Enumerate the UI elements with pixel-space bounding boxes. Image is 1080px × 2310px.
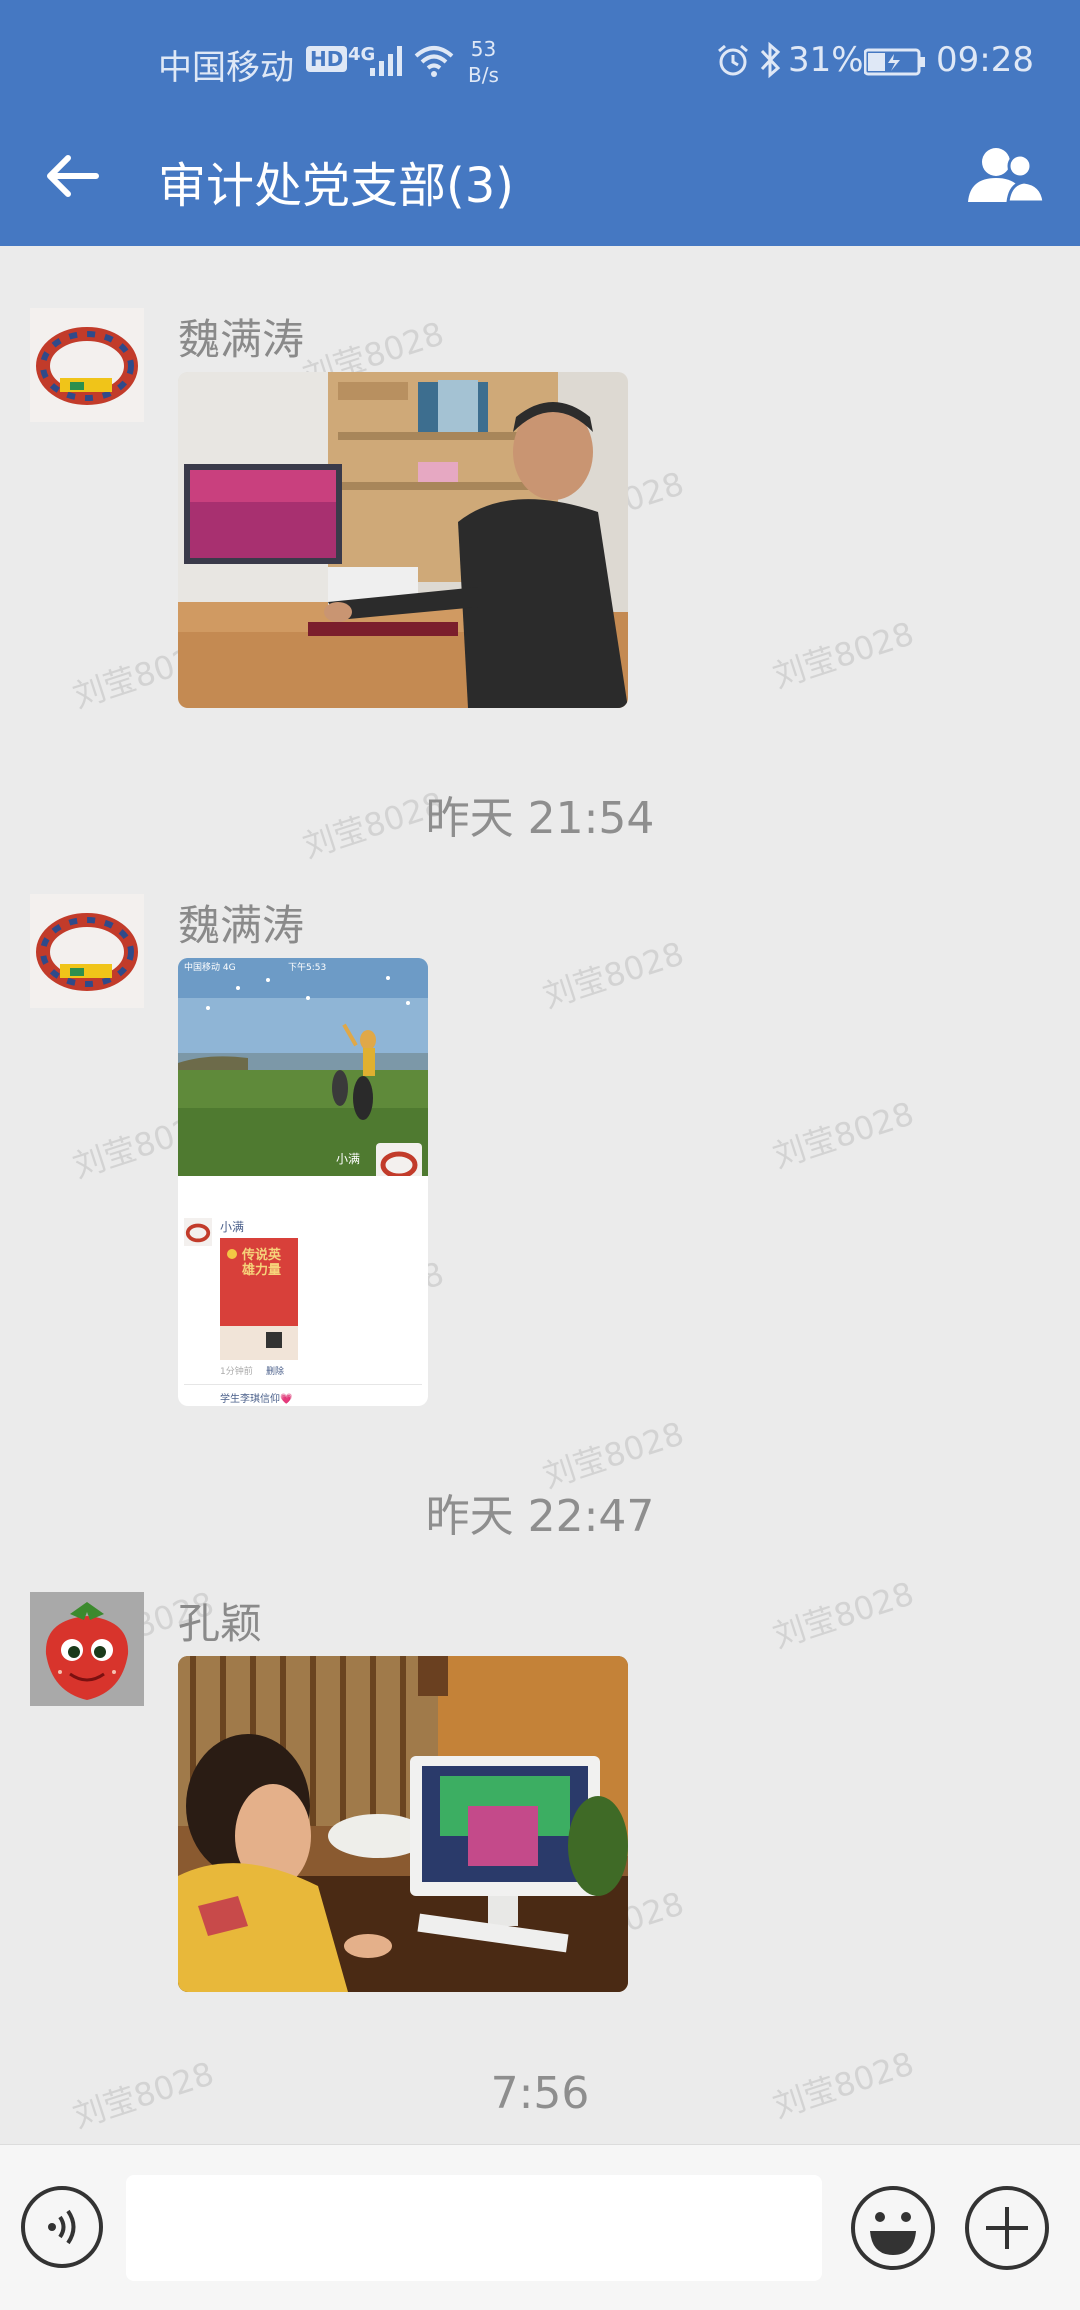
avatar-toy-train[interactable] bbox=[30, 894, 144, 1008]
back-arrow-icon[interactable] bbox=[36, 140, 108, 212]
bluetooth-icon bbox=[760, 41, 781, 79]
battery-charging-icon bbox=[864, 48, 925, 76]
watermark: 刘莹8028 bbox=[768, 1094, 919, 1176]
avatar-toy-train[interactable] bbox=[30, 308, 144, 422]
speed-value: 53 bbox=[470, 37, 497, 61]
sender-name: 魏满涛 bbox=[178, 315, 305, 364]
sender-name: 孔颖 bbox=[178, 1599, 263, 1648]
watermark: 刘莹8028 bbox=[768, 1574, 919, 1656]
input-bar bbox=[0, 2144, 1080, 2310]
status-bar: 中国移动 HD 4G 53 B/s 31% 09:28 bbox=[0, 0, 1080, 120]
clock: 09:28 bbox=[936, 40, 1034, 80]
time-separator: 昨天 21:54 bbox=[425, 793, 655, 844]
photo-moments-screenshot[interactable]: 中国移动 4G 下午5:53 小满 小满 传说英雄力量 1分钟前 删除 学生李琪… bbox=[178, 958, 428, 1406]
screenshot-post-avatar bbox=[184, 1218, 212, 1246]
speed-unit: B/s bbox=[468, 63, 499, 87]
emoji-icon[interactable] bbox=[850, 2185, 936, 2271]
plus-icon[interactable] bbox=[964, 2185, 1050, 2271]
screenshot-post-delete: 删除 bbox=[266, 1367, 285, 1377]
watermark: 刘莹8028 bbox=[768, 614, 919, 696]
chat-title: 审计处党支部(3) bbox=[158, 158, 514, 214]
screenshot-poster-name: 小满 bbox=[336, 1152, 361, 1166]
hd-badge: HD bbox=[306, 46, 348, 72]
avatar-strawberry[interactable] bbox=[30, 1592, 144, 1706]
screenshot-post-time: 1分钟前 bbox=[220, 1367, 253, 1377]
watermark: 刘莹8028 bbox=[538, 934, 689, 1016]
network-speed: 53 B/s bbox=[468, 36, 499, 88]
top-bar: 中国移动 HD 4G 53 B/s 31% 09:28 审计处党支部(3) bbox=[0, 0, 1080, 246]
screenshot-poster-title: 传说英雄力量 bbox=[242, 1248, 282, 1278]
signal-icon bbox=[370, 46, 402, 76]
alarm-icon bbox=[718, 44, 748, 76]
screenshot-commenter: 学生李琪信仰💗 bbox=[220, 1394, 293, 1405]
time-separator: 昨天 22:47 bbox=[425, 1491, 655, 1542]
wifi-icon bbox=[414, 46, 454, 77]
battery-percent: 31% bbox=[788, 40, 864, 80]
message-input[interactable] bbox=[126, 2175, 822, 2281]
photo-man-at-desk[interactable] bbox=[178, 372, 628, 708]
moments-photo-landscape bbox=[178, 958, 428, 1176]
sender-name: 魏满涛 bbox=[178, 901, 305, 950]
time-separator: 7:56 bbox=[490, 2068, 590, 2119]
screenshot-status-time: 下午5:53 bbox=[288, 963, 327, 973]
screenshot-status-left: 中国移动 4G bbox=[184, 963, 236, 973]
voice-icon[interactable] bbox=[20, 2185, 104, 2269]
carrier-label: 中国移动 bbox=[158, 48, 294, 88]
group-members-icon[interactable] bbox=[962, 140, 1048, 212]
screenshot-divider bbox=[184, 1384, 422, 1385]
screenshot-post-author: 小满 bbox=[220, 1220, 245, 1234]
photo-woman-at-computer[interactable] bbox=[178, 1656, 628, 1992]
